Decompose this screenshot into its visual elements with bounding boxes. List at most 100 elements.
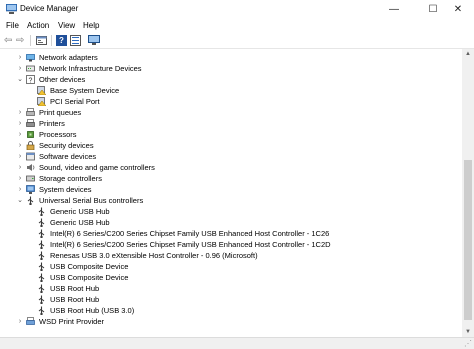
collapse-chevron-icon[interactable]: ⌄	[16, 74, 24, 85]
tree-item-label: Universal Serial Bus controllers	[39, 196, 144, 205]
expand-chevron-icon[interactable]: ›	[16, 107, 24, 118]
back-arrow-icon[interactable]: ⇦	[4, 35, 15, 46]
tree-category-item[interactable]: › System devices	[0, 184, 462, 195]
tree-item-label: Processors	[39, 130, 77, 139]
tree-item-label: Print queues	[39, 108, 82, 117]
scroll-up-icon[interactable]: ▲	[462, 49, 474, 59]
tree-child-item[interactable]: Generic USB Hub	[0, 217, 462, 228]
device-tree[interactable]: › Network adapters › Network Infrastructure…	[0, 49, 462, 337]
tree-category-item[interactable]: › WSD Print Provider	[0, 316, 462, 327]
tree-child-item[interactable]: USB Root Hub (USB 3.0)	[0, 305, 462, 316]
tree-item-label: WSD Print Provider	[39, 317, 105, 326]
storage-icon	[26, 175, 35, 182]
vertical-scrollbar[interactable]: ▲ ▼	[462, 49, 474, 337]
expand-chevron-icon[interactable]: ›	[16, 52, 24, 63]
usb-icon	[38, 240, 45, 249]
menu-help[interactable]: Help	[83, 21, 99, 30]
warning-device-icon	[37, 86, 46, 95]
tree-category-item[interactable]: › Software devices	[0, 151, 462, 162]
tree-item-label: Network adapters	[39, 53, 98, 62]
tree-item-label: Intel(R) 6 Series/C200 Series Chipset Fa…	[50, 229, 330, 238]
tree-child-item[interactable]: Intel(R) 6 Series/C200 Series Chipset Fa…	[0, 239, 462, 250]
collapse-chevron-icon[interactable]: ⌄	[16, 195, 24, 206]
usb-controller-icon	[27, 196, 34, 205]
tree-item-label: Intel(R) 6 Series/C200 Series Chipset Fa…	[50, 240, 331, 249]
expand-chevron-icon[interactable]: ›	[16, 63, 24, 74]
close-button[interactable]: ✕	[442, 0, 474, 19]
scrollbar-thumb[interactable]	[464, 160, 472, 320]
tree-item-label: Software devices	[39, 152, 97, 161]
properties-icon[interactable]	[36, 35, 47, 46]
usb-icon	[38, 284, 45, 293]
help-icon[interactable]: ?	[56, 35, 67, 46]
system-device-icon	[26, 185, 35, 194]
tree-category-item[interactable]: › Processors	[0, 129, 462, 140]
tree-category-item[interactable]: › Security devices	[0, 140, 462, 151]
menu-action[interactable]: Action	[27, 21, 49, 30]
scroll-down-icon[interactable]: ▼	[462, 327, 474, 337]
tree-child-item[interactable]: PCI Serial Port	[0, 96, 462, 107]
expand-chevron-icon[interactable]: ›	[16, 151, 24, 162]
tree-item-label: Printers	[39, 119, 65, 128]
tree-category-item[interactable]: › Network adapters	[0, 52, 462, 63]
tree-category-item[interactable]: ⌄? Other devices	[0, 74, 462, 85]
tree-child-item[interactable]: Intel(R) 6 Series/C200 Series Chipset Fa…	[0, 228, 462, 239]
tree-item-label: USB Root Hub (USB 3.0)	[50, 306, 135, 315]
usb-icon	[38, 306, 45, 315]
device-manager-app-icon	[6, 4, 17, 14]
tree-child-item[interactable]: Renesas USB 3.0 eXtensible Host Controll…	[0, 250, 462, 261]
toolbar-separator	[30, 35, 31, 46]
menu-bar: File Action View Help	[0, 19, 474, 33]
expand-chevron-icon[interactable]: ›	[16, 316, 24, 327]
tree-child-item[interactable]: USB Root Hub	[0, 283, 462, 294]
usb-icon	[38, 218, 45, 227]
expand-chevron-icon[interactable]: ›	[16, 118, 24, 129]
resize-grip-icon[interactable]: ⋰	[464, 339, 472, 348]
tree-item-label: USB Root Hub	[50, 284, 100, 293]
forward-arrow-icon[interactable]: ⇨	[16, 35, 27, 46]
tree-item-label: PCI Serial Port	[50, 97, 100, 106]
tree-child-item[interactable]: Generic USB Hub	[0, 206, 462, 217]
network-adapter-icon	[26, 54, 35, 62]
tree-child-item[interactable]: USB Composite Device	[0, 261, 462, 272]
print-queue-icon	[26, 108, 35, 116]
window-title: Device Manager	[20, 4, 79, 13]
expand-chevron-icon[interactable]: ›	[16, 162, 24, 173]
tree-child-item[interactable]: Base System Device	[0, 85, 462, 96]
expand-chevron-icon[interactable]: ›	[16, 140, 24, 151]
expand-chevron-icon[interactable]: ›	[16, 184, 24, 195]
tree-category-item[interactable]: › Print queues	[0, 107, 462, 118]
scan-hardware-icon[interactable]	[88, 35, 100, 46]
minimize-button[interactable]: —	[378, 0, 410, 19]
expand-chevron-icon[interactable]: ›	[16, 129, 24, 140]
tree-item-label: USB Composite Device	[50, 273, 129, 282]
device-list-icon[interactable]	[70, 35, 81, 46]
tree-category-item[interactable]: › Network Infrastructure Devices	[0, 63, 462, 74]
svg-text:?: ?	[29, 78, 33, 85]
menu-view[interactable]: View	[58, 21, 75, 30]
tree-category-item[interactable]: › Storage controllers	[0, 173, 462, 184]
expand-chevron-icon[interactable]: ›	[16, 173, 24, 184]
tree-category-item[interactable]: ⌄ Universal Serial Bus controllers	[0, 195, 462, 206]
tree-item-label: Base System Device	[50, 86, 120, 95]
usb-icon	[38, 295, 45, 304]
tree-item-label: Renesas USB 3.0 eXtensible Host Controll…	[50, 251, 258, 260]
tree-item-label: Network Infrastructure Devices	[39, 64, 142, 73]
tree-item-label: Generic USB Hub	[50, 218, 110, 227]
security-icon	[26, 141, 35, 150]
menu-file[interactable]: File	[6, 21, 19, 30]
tree-category-item[interactable]: › Sound, video and game controllers	[0, 162, 462, 173]
warning-device-icon	[37, 97, 46, 106]
tree-child-item[interactable]: USB Composite Device	[0, 272, 462, 283]
sound-icon	[27, 164, 35, 171]
tree-item-label: Generic USB Hub	[50, 207, 110, 216]
network-infrastructure-icon	[26, 65, 35, 72]
wsd-print-icon	[26, 317, 35, 325]
printer-icon	[26, 119, 35, 127]
tree-item-label: Storage controllers	[39, 174, 102, 183]
toolbar-separator	[51, 35, 52, 46]
tree-category-item[interactable]: › Printers	[0, 118, 462, 129]
tree-child-item[interactable]: USB Root Hub	[0, 294, 462, 305]
tree-item-label: Sound, video and game controllers	[39, 163, 155, 172]
usb-icon	[38, 273, 45, 282]
